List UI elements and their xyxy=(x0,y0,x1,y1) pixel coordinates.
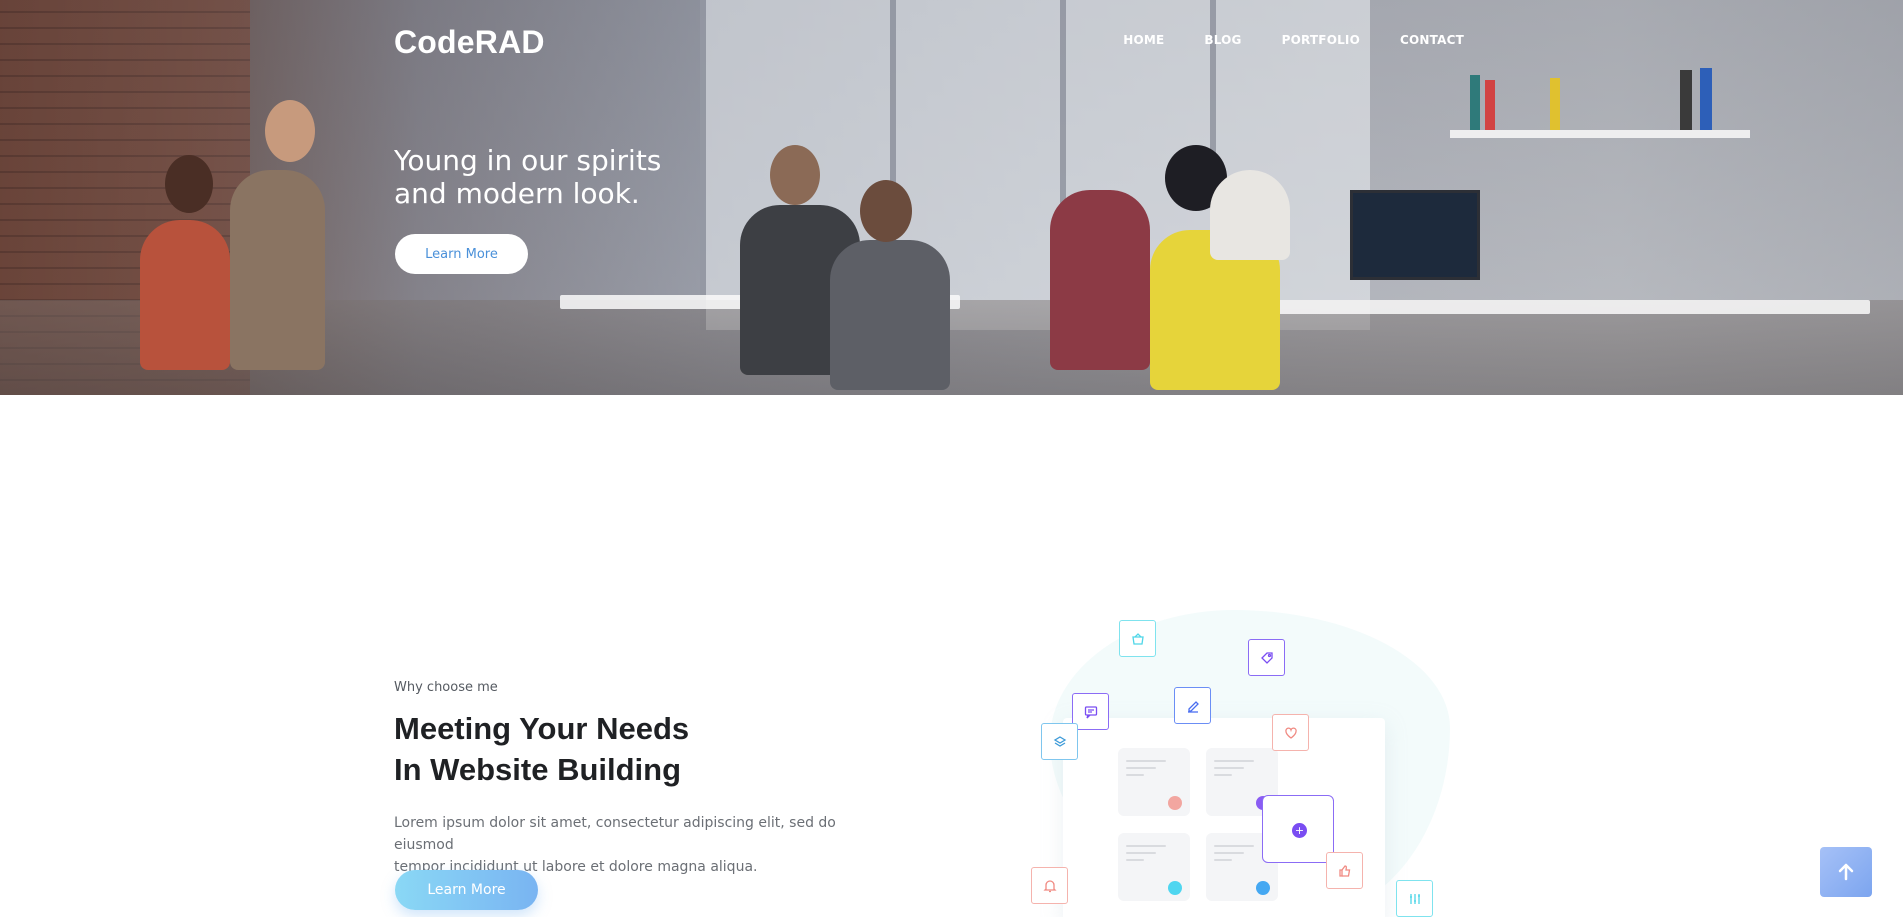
illustration-card xyxy=(1118,833,1190,901)
hero-tagline-line-1: Young in our spirits xyxy=(394,144,662,177)
hero-person xyxy=(230,170,325,370)
hero-banner: CodeRAD HOME BLOG PORTFOLIO CONTACT Youn… xyxy=(0,0,1903,395)
section-heading-line-1: Meeting Your Needs xyxy=(394,711,690,746)
hero-person-head xyxy=(265,100,315,162)
nav-item-home[interactable]: HOME xyxy=(1123,33,1164,47)
hero-desk xyxy=(1250,300,1870,314)
site-logo[interactable]: CodeRAD xyxy=(394,24,545,61)
hero-person-head xyxy=(165,155,213,213)
nav-item-portfolio[interactable]: PORTFOLIO xyxy=(1282,33,1360,47)
basket-icon xyxy=(1119,620,1156,657)
thumbs-up-icon xyxy=(1326,852,1363,889)
hero-person xyxy=(830,240,950,390)
card-dot xyxy=(1168,881,1182,895)
card-dot xyxy=(1256,881,1270,895)
edit-icon xyxy=(1174,687,1211,724)
section-eyebrow: Why choose me xyxy=(394,680,498,695)
hero-tagline: Young in our spirits and modern look. xyxy=(394,144,814,210)
layers-icon xyxy=(1041,723,1078,760)
hero-learn-more-button[interactable]: Learn More xyxy=(395,234,528,274)
nav-item-contact[interactable]: CONTACT xyxy=(1400,33,1464,47)
hero-person xyxy=(140,220,230,370)
main-menu: HOME BLOG PORTFOLIO CONTACT xyxy=(1123,33,1464,47)
nav-item-blog[interactable]: BLOG xyxy=(1204,33,1241,47)
dashboard-illustration: + xyxy=(1030,610,1450,917)
bell-icon xyxy=(1031,867,1068,904)
hero-tagline-line-2: and modern look. xyxy=(394,177,640,210)
hero-person xyxy=(1210,170,1290,260)
section-heading-line-2: In Website Building xyxy=(394,752,682,787)
plus-icon: + xyxy=(1292,823,1307,838)
heart-icon xyxy=(1272,714,1309,751)
illustration-card xyxy=(1118,748,1190,816)
hero-shelf xyxy=(1450,130,1750,138)
add-card-box: + xyxy=(1262,795,1334,863)
section-heading: Meeting Your Needs In Website Building xyxy=(394,708,689,790)
hero-book xyxy=(1680,70,1692,130)
hero-book xyxy=(1700,68,1712,130)
hero-book xyxy=(1470,75,1480,130)
scroll-to-top-button[interactable] xyxy=(1820,847,1872,897)
hero-book xyxy=(1485,80,1495,130)
section-learn-more-button[interactable]: Learn More xyxy=(395,870,538,910)
hero-book xyxy=(1550,78,1560,130)
tag-icon xyxy=(1248,639,1285,676)
section-paragraph-line-1: Lorem ipsum dolor sit amet, consectetur … xyxy=(394,815,836,853)
hero-monitor xyxy=(1350,190,1480,280)
card-dot xyxy=(1168,796,1182,810)
top-navigation: CodeRAD HOME BLOG PORTFOLIO CONTACT xyxy=(394,20,1464,62)
arrow-up-icon xyxy=(1838,863,1854,881)
hero-person-head xyxy=(860,180,912,242)
section-paragraph: Lorem ipsum dolor sit amet, consectetur … xyxy=(394,812,894,878)
sliders-icon xyxy=(1396,880,1433,917)
hero-person xyxy=(1050,190,1150,370)
